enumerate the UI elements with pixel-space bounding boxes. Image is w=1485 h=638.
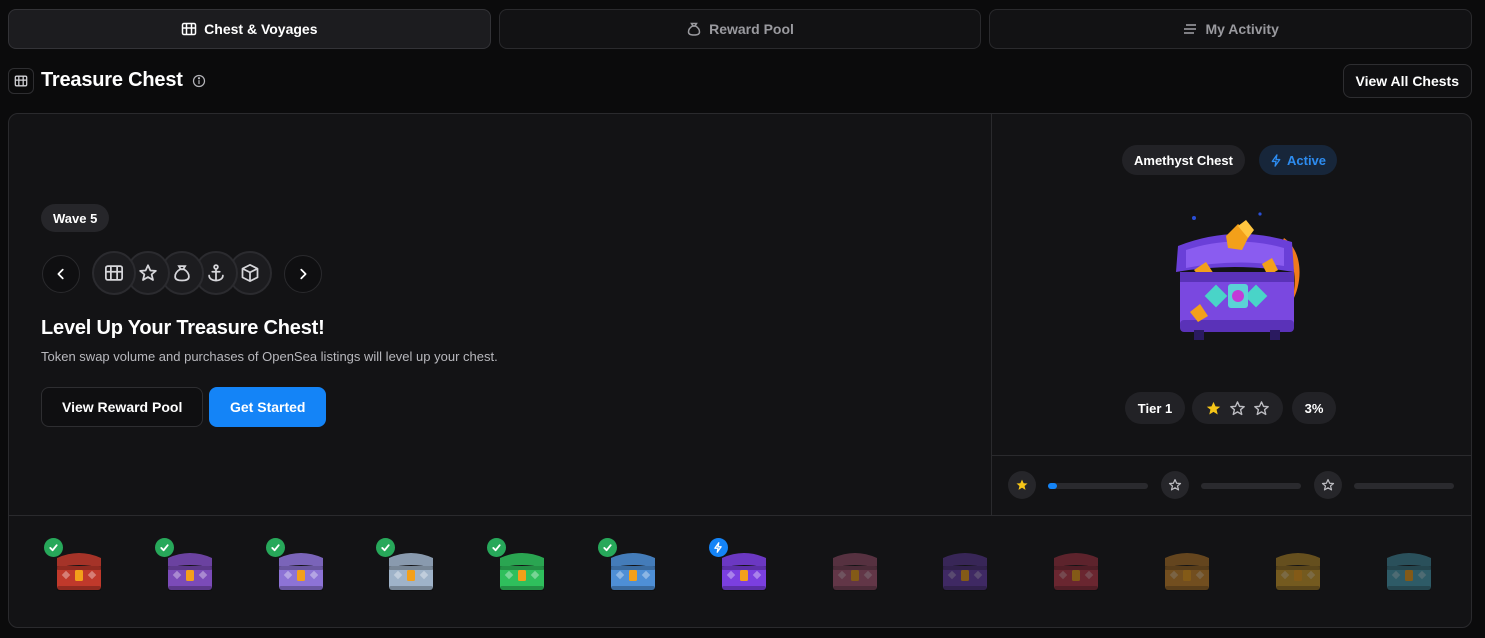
chest-tier-strip: [9, 515, 1471, 627]
star-outline-icon: [1321, 478, 1335, 491]
chest-tier-item[interactable]: [154, 538, 224, 600]
money-bag-icon: [687, 22, 701, 36]
checkmark-icon: [44, 538, 63, 557]
treasure-chest-panel: Wave 5 Level Up Your Treasure Chest! Tok…: [8, 113, 1472, 628]
chest-tier-item[interactable]: [44, 538, 113, 600]
money-bag-icon: [174, 265, 190, 282]
anchor-icon: [208, 264, 224, 282]
star-outline-icon: [1230, 400, 1245, 415]
carousel-next-button[interactable]: [284, 255, 322, 293]
activity-lines-icon: [1184, 24, 1197, 34]
chest-image: [1386, 553, 1431, 591]
chest-tier-item[interactable]: [1153, 540, 1221, 600]
chevron-left-icon: [57, 268, 64, 280]
chest-tier-item[interactable]: [598, 538, 667, 600]
tier-badge: Tier 1: [1125, 392, 1185, 424]
tab-label: Chest & Voyages: [204, 21, 318, 37]
chest-tier-item[interactable]: [487, 538, 556, 600]
milestone-star-1: [1008, 471, 1036, 499]
get-started-button[interactable]: Get Started: [209, 387, 327, 427]
chest-tier-item[interactable]: [265, 538, 335, 600]
chest-tier-item[interactable]: [1042, 540, 1110, 600]
checkmark-icon: [154, 538, 174, 557]
view-reward-pool-button[interactable]: View Reward Pool: [41, 387, 204, 427]
chest-tier-item[interactable]: [708, 538, 778, 600]
section-header: Treasure Chest View All Chests: [8, 64, 1472, 98]
lightning-icon: [1271, 153, 1281, 167]
lightning-icon: [708, 538, 728, 557]
chest-tier-item[interactable]: [931, 540, 999, 600]
tab-my-activity[interactable]: My Activity: [989, 9, 1473, 49]
status-badge: Active: [1259, 145, 1338, 175]
carousel-prev-button[interactable]: [42, 255, 80, 293]
level-up-description: Token swap volume and purchases of OpenS…: [41, 349, 498, 364]
chest-tier-item[interactable]: [1375, 540, 1443, 600]
level-up-pane: Wave 5 Level Up Your Treasure Chest! Tok…: [9, 114, 992, 515]
star-filled-icon: [1206, 401, 1221, 414]
page-title: Treasure Chest: [41, 69, 183, 91]
star-filled-icon: [1016, 479, 1028, 490]
progress-percent: 3%: [1292, 392, 1336, 424]
chest-name-badge: Amethyst Chest: [1122, 145, 1245, 175]
chest-image: [943, 553, 988, 591]
chest-icon: [181, 22, 197, 36]
amethyst-chest-image: [1176, 212, 1300, 340]
chest-image: [1054, 553, 1099, 591]
chevron-right-icon: [300, 268, 307, 280]
chest-image: [1165, 553, 1209, 591]
wave-step-chest[interactable]: [92, 251, 136, 295]
checkmark-icon: [265, 538, 285, 557]
star-outline-icon: [1254, 400, 1269, 415]
progress-track-2: [1201, 483, 1301, 489]
tab-reward-pool[interactable]: Reward Pool: [498, 9, 982, 49]
chest-tier-item[interactable]: [376, 538, 445, 600]
star-icon: [139, 264, 157, 281]
wave-badge: Wave 5: [41, 204, 110, 232]
view-all-chests-button[interactable]: View All Chests: [1342, 64, 1472, 98]
chest-tier-item[interactable]: [1264, 540, 1332, 600]
info-icon[interactable]: [192, 74, 206, 88]
box-icon: [241, 264, 259, 282]
tier-stars: [1192, 392, 1283, 424]
chest-image: [1275, 553, 1320, 591]
chest-icon: [105, 265, 123, 281]
star-outline-icon: [1168, 478, 1182, 491]
progress-track-3: [1354, 483, 1454, 489]
chest-icon: [8, 68, 34, 94]
checkmark-icon: [598, 538, 617, 557]
level-up-title: Level Up Your Treasure Chest!: [41, 317, 325, 339]
chest-tier-item[interactable]: [821, 540, 889, 600]
wave-step-carousel: [41, 251, 341, 297]
progress-fill: [1048, 483, 1057, 489]
tier-progress: [992, 455, 1471, 515]
tab-label: My Activity: [1205, 21, 1279, 37]
milestone-star-2: [1161, 471, 1189, 499]
progress-track-1: [1048, 483, 1148, 489]
main-tabs: Chest & Voyages Reward Pool My Activity: [8, 9, 1473, 49]
milestone-star-3: [1314, 471, 1342, 499]
status-label: Active: [1287, 152, 1327, 168]
tab-chest-voyages[interactable]: Chest & Voyages: [8, 9, 491, 49]
chest-image: [832, 553, 877, 591]
tab-label: Reward Pool: [709, 21, 794, 37]
